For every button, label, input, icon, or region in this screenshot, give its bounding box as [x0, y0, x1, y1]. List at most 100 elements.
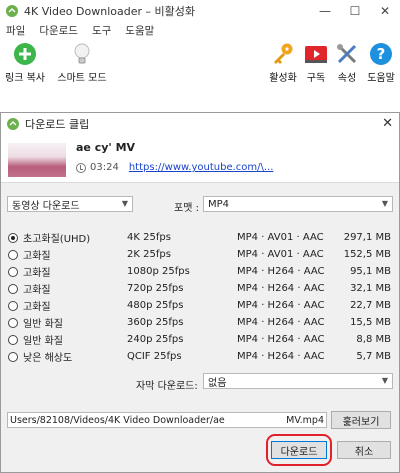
path-suffix: MV.mp4 [286, 414, 324, 426]
paste-link-label: 링크 복사 [5, 73, 45, 84]
chevron-down-icon: ▼ [381, 199, 388, 208]
radio-button[interactable] [8, 334, 18, 345]
download-type-value: 동영상 다운로드 [12, 200, 80, 212]
radio-button[interactable] [8, 300, 18, 311]
menu-help[interactable]: 도움말 [125, 23, 154, 38]
radio-button[interactable] [8, 283, 18, 294]
key-icon [271, 42, 295, 66]
quality-option[interactable]: 낮은 해상도 QCIF 25fps MP4 · H264 · AAC 5,7 M… [7, 348, 393, 365]
format-select[interactable]: MP4 ▼ [203, 196, 393, 212]
chevron-down-icon: ▼ [121, 199, 128, 208]
clock-icon [76, 162, 86, 173]
format-value: MP4 [208, 198, 230, 210]
menu-file[interactable]: 파일 [6, 23, 25, 38]
resolution: 2K 25fps [127, 249, 171, 260]
subtitle-select[interactable]: 없음 ▼ [203, 373, 393, 389]
file-size: 297,1 MB [343, 232, 391, 243]
resolution: 240p 25fps [127, 334, 184, 345]
resolution: 480p 25fps [127, 300, 184, 311]
dialog-close-button[interactable]: ✕ [382, 116, 393, 131]
activate-button[interactable]: 활성화 [266, 40, 300, 84]
quality-label: 고화질 [23, 285, 51, 296]
chevron-down-icon: ▼ [381, 376, 388, 385]
quality-option[interactable]: 초고화질(UHD) 4K 25fps MP4 · AV01 · AAC 297,… [7, 229, 393, 246]
browse-button[interactable]: 훑러보기 [331, 411, 391, 429]
clip-info: ae cy' MV 03:24 https://www.youtube.com/… [1, 135, 399, 183]
path-prefix: Users/82108/Videos/4K Video Downloader/a… [10, 414, 225, 426]
clip-duration: 03:24 [90, 162, 119, 173]
quality-option[interactable]: 고화질 2K 25fps MP4 · AV01 · AAC 152,5 MB [7, 246, 393, 263]
quality-label: 고화질 [23, 251, 51, 262]
radio-button[interactable] [8, 266, 18, 277]
activate-label: 활성화 [269, 73, 297, 84]
resolution: 360p 25fps [127, 317, 184, 328]
plus-circle-icon [13, 42, 37, 66]
question-circle-icon: ? [369, 42, 393, 66]
highlight-annotation [266, 434, 332, 466]
quality-label: 초고화질(UHD) [23, 234, 91, 245]
resolution: 4K 25fps [127, 232, 171, 243]
codec: MP4 · AV01 · AAC [237, 232, 324, 243]
smart-mode-button[interactable]: 스마트 모드 [54, 40, 110, 84]
file-size: 32,1 MB [350, 283, 391, 294]
quality-label: 일반 화질 [23, 336, 63, 347]
codec: MP4 · H264 · AAC [237, 266, 325, 277]
quality-option[interactable]: 고화질 720p 25fps MP4 · H264 · AAC 32,1 MB [7, 280, 393, 297]
menu-download[interactable]: 다운로드 [39, 23, 78, 38]
subscribe-button[interactable]: 구독 [302, 40, 330, 84]
download-clip-dialog: 다운로드 클립 ✕ ae cy' MV 03:24 https://www.yo… [0, 112, 400, 473]
maximize-button[interactable]: ☐ [340, 0, 370, 22]
save-path-field[interactable]: Users/82108/Videos/4K Video Downloader/a… [7, 412, 327, 428]
preferences-label: 속성 [337, 73, 357, 84]
file-size: 22,7 MB [350, 300, 391, 311]
clip-title: ae cy' MV [76, 141, 136, 154]
quality-option[interactable]: 일반 화질 240p 25fps MP4 · H264 · AAC 8,8 MB [7, 331, 393, 348]
quality-label: 고화질 [23, 302, 51, 313]
quality-option[interactable]: 일반 화질 360p 25fps MP4 · H264 · AAC 15,5 M… [7, 314, 393, 331]
radio-button[interactable] [8, 351, 18, 362]
file-size: 5,7 MB [356, 351, 391, 362]
codec: MP4 · H264 · AAC [237, 351, 325, 362]
radio-button[interactable] [8, 249, 18, 260]
help-label: 도움말 [367, 73, 395, 84]
file-size: 152,5 MB [343, 249, 391, 260]
minimize-button[interactable]: — [310, 0, 340, 22]
quality-option[interactable]: 고화질 480p 25fps MP4 · H264 · AAC 22,7 MB [7, 297, 393, 314]
paste-link-button[interactable]: 링크 복사 [2, 40, 48, 84]
file-size: 8,8 MB [356, 334, 391, 345]
codec: MP4 · AV01 · AAC [237, 249, 324, 260]
dialog-titlebar: 다운로드 클립 ✕ [1, 113, 399, 135]
window-title: 4K Video Downloader – 비활성화 [24, 5, 195, 18]
resolution: QCIF 25fps [127, 351, 182, 362]
preferences-button[interactable]: 속성 [332, 40, 362, 84]
menubar: 파일 다운로드 도구 도움말 [0, 22, 400, 38]
codec: MP4 · H264 · AAC [237, 334, 325, 345]
menu-tools[interactable]: 도구 [92, 23, 111, 38]
help-button[interactable]: ? 도움말 [364, 40, 398, 84]
download-type-select[interactable]: 동영상 다운로드 ▼ [7, 196, 133, 212]
video-thumbnail [8, 143, 66, 177]
radio-button[interactable] [8, 317, 18, 328]
codec: MP4 · H264 · AAC [237, 283, 325, 294]
file-size: 95,1 MB [350, 266, 391, 277]
resolution: 1080p 25fps [127, 266, 190, 277]
cancel-button[interactable]: 취소 [337, 441, 391, 459]
smart-mode-label: 스마트 모드 [57, 73, 107, 84]
app-logo-icon [6, 5, 18, 17]
file-size: 15,5 MB [350, 317, 391, 328]
quality-option[interactable]: 고화질 1080p 25fps MP4 · H264 · AAC 95,1 MB [7, 263, 393, 280]
codec: MP4 · H264 · AAC [237, 317, 325, 328]
quality-label: 고화질 [23, 268, 51, 279]
wrench-screwdriver-icon [335, 42, 359, 66]
youtube-icon [304, 42, 328, 66]
format-label: 포맷 : [174, 203, 199, 214]
svg-text:?: ? [377, 45, 386, 63]
close-window-button[interactable]: ✕ [370, 0, 400, 22]
toolbar: 링크 복사 스마트 모드 활성화 구독 속성 ? 도움말 [0, 40, 400, 84]
codec: MP4 · H264 · AAC [237, 300, 325, 311]
clip-url-link[interactable]: https://www.youtube.com/\... [129, 162, 274, 173]
radio-button[interactable] [8, 232, 18, 243]
dialog-title: 다운로드 클립 [25, 118, 90, 131]
lightbulb-icon [70, 42, 94, 66]
dialog-logo-icon [7, 118, 19, 130]
